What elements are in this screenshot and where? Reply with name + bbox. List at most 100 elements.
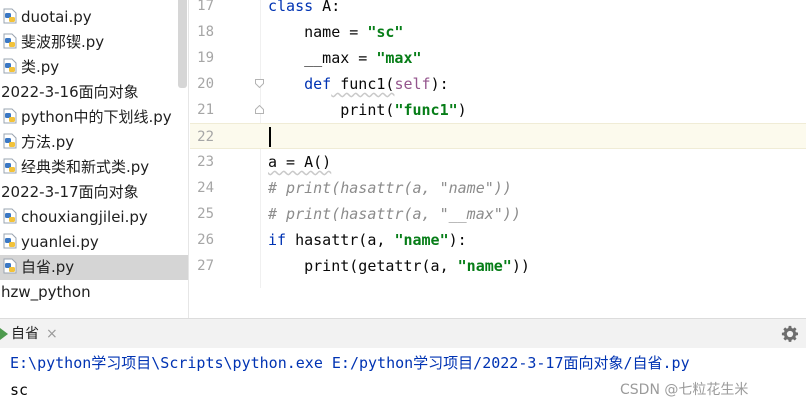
tree-item-label: duotai.py (21, 8, 92, 26)
close-icon[interactable]: × (46, 319, 58, 349)
line-number: 22 (197, 129, 214, 145)
code-token: "func1" (394, 101, 458, 119)
code-token: "name" (394, 231, 449, 249)
watermark: CSDN @七粒花生米 (620, 382, 749, 398)
code-token: "name" (457, 257, 512, 275)
code-token: hasattr(a, (286, 231, 395, 249)
code-text: print("func1") (268, 97, 467, 123)
code-line[interactable]: 22 (190, 123, 806, 149)
line-number: 20 (197, 76, 214, 92)
python-file-icon (3, 108, 17, 124)
line-number: 27 (197, 258, 214, 274)
tree-item-label: 经典类和新式类.py (21, 158, 150, 176)
python-file-icon (3, 158, 17, 174)
console-command-line: E:\python学习项目\Scripts\python.exe E:/pyth… (10, 354, 690, 372)
python-file-icon (3, 8, 17, 24)
tree-item-label: hzw_python (1, 283, 91, 301)
code-token: print(getattr(a, (268, 257, 458, 275)
code-text: __max = "max" (268, 45, 422, 71)
tree-item-label: 2022-3-17面向对象 (1, 183, 139, 201)
code-text: def func1(self): (268, 71, 449, 97)
line-number: 24 (197, 180, 214, 196)
tree-file[interactable]: yuanlei.py (0, 230, 188, 255)
python-file-icon (3, 258, 17, 274)
code-text: # print(hasattr(a, "__max")) (268, 201, 521, 227)
run-tab-label: 自省 (11, 326, 39, 342)
tree-file[interactable]: python中的下划线.py (0, 105, 188, 130)
line-number: 26 (197, 232, 214, 248)
fold-marker-icon[interactable] (255, 79, 264, 88)
code-token: "max" (376, 49, 422, 67)
tree-item-label: 方法.py (21, 133, 75, 151)
gear-icon[interactable] (781, 325, 799, 343)
code-editor[interactable]: 17 class A: 18 name = "sc" 19 __max = "max"… (190, 0, 806, 288)
code-token: ) (457, 101, 467, 119)
code-token: A: (313, 0, 341, 15)
code-token: )) (511, 257, 530, 275)
line-number: 18 (197, 24, 214, 40)
code-token: func1( (331, 75, 395, 93)
code-token: # print(hasattr(a, "name")) (268, 179, 512, 197)
line-number: 25 (197, 206, 214, 222)
run-arrow-icon (0, 328, 8, 340)
tree-file[interactable]: chouxiangjilei.py (0, 205, 188, 230)
code-line[interactable]: 17 class A: (190, 0, 806, 19)
tree-item-label: 类.py (21, 58, 60, 76)
code-token: ): (448, 231, 467, 249)
fold-marker-icon[interactable] (255, 105, 264, 114)
line-number: 17 (197, 0, 214, 14)
code-token: if (268, 231, 287, 249)
code-text: # print(hasattr(a, "name")) (268, 175, 512, 201)
tree-file[interactable]: 类.py (0, 55, 188, 80)
tree-file[interactable]: 自省.py (0, 255, 188, 280)
code-text: a = A() (268, 149, 331, 175)
code-line[interactable]: 24 # print(hasattr(a, "name")) (190, 175, 806, 201)
run-panel-header: 自省 × (0, 318, 806, 348)
code-line[interactable]: 20 def func1(self): (190, 71, 806, 97)
console-output-line: sc (10, 381, 29, 399)
tree-file[interactable]: duotai.py (0, 5, 188, 30)
ide-window: duotai.py 斐波那锲.py 类.py 2022-3-16面向对象 python中… (0, 0, 806, 409)
tree-file[interactable]: 方法.py (0, 130, 188, 155)
code-token: a = A() (268, 153, 332, 171)
code-token: name = (268, 23, 368, 41)
code-token: __max = (268, 49, 377, 67)
tree-file[interactable]: 经典类和新式类.py (0, 155, 188, 180)
code-token: # print(hasattr(a, "__max")) (268, 205, 521, 223)
code-text: print(getattr(a, "name")) (268, 253, 530, 279)
code-token: print( (268, 101, 395, 119)
code-text: class A: (268, 0, 340, 19)
python-file-icon (3, 208, 17, 224)
code-line[interactable]: 21 print("func1") (190, 97, 806, 123)
code-line[interactable]: 19 __max = "max" (190, 45, 806, 71)
code-token: ): (430, 75, 449, 93)
code-text: name = "sc" (268, 19, 403, 45)
tree-folder[interactable]: hzw_python (0, 280, 188, 305)
project-tree: duotai.py 斐波那锲.py 类.py 2022-3-16面向对象 python中… (0, 0, 189, 318)
code-line[interactable]: 18 name = "sc" (190, 19, 806, 45)
line-number: 19 (197, 50, 214, 66)
tree-item-label: 自省.py (21, 258, 75, 276)
python-file-icon (3, 58, 17, 74)
line-number: 23 (197, 154, 214, 170)
tree-file[interactable]: 斐波那锲.py (0, 30, 188, 55)
code-token: "sc" (367, 23, 404, 41)
tree-item-label: python中的下划线.py (21, 108, 172, 126)
python-file-icon (3, 33, 17, 49)
tree-item-label: yuanlei.py (21, 233, 99, 251)
code-line[interactable]: 25 # print(hasattr(a, "__max")) (190, 201, 806, 227)
code-line[interactable]: 27 print(getattr(a, "name")) (190, 253, 806, 279)
tree-folder[interactable]: 2022-3-16面向对象 (0, 80, 188, 105)
tree-item-label: 2022-3-16面向对象 (1, 83, 139, 101)
text-caret (269, 127, 271, 147)
python-file-icon (3, 133, 17, 149)
line-number: 21 (197, 102, 214, 118)
code-token: self (394, 75, 431, 93)
code-token: class (268, 0, 314, 15)
tree-folder[interactable]: 2022-3-17面向对象 (0, 180, 188, 205)
code-line[interactable]: 26 if hasattr(a, "name"): (190, 227, 806, 253)
tree-item-label: 斐波那锲.py (21, 33, 105, 51)
code-line[interactable]: 23 a = A() (190, 149, 806, 175)
tree-item-label: chouxiangjilei.py (21, 208, 148, 226)
